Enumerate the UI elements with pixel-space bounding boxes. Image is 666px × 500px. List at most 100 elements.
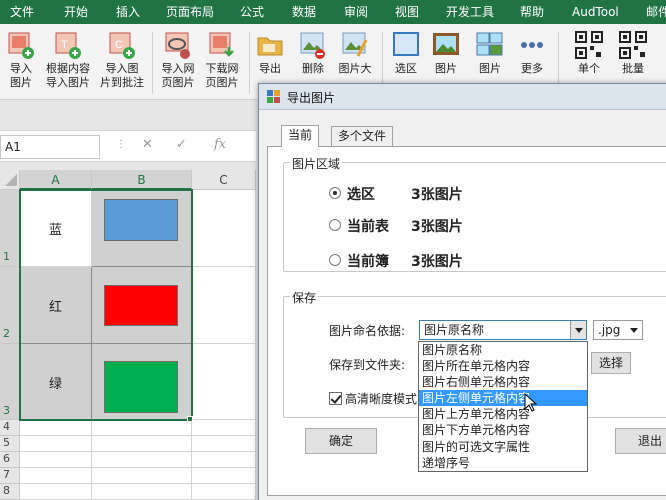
import-web-image-label: 导入网	[161, 62, 195, 75]
worksheet-grid: A B C 1 2 3 4 5 6 7 8 蓝 红 绿	[0, 170, 256, 500]
tab-file[interactable]: 文件	[10, 0, 34, 24]
cell-c2[interactable]	[192, 267, 256, 344]
dropdown-option[interactable]: 递增序号	[419, 455, 587, 471]
cell-b8[interactable]	[92, 484, 192, 500]
download-web-image-icon	[209, 32, 234, 57]
tab-multiple-files[interactable]: 多个文件	[331, 126, 394, 146]
ok-button[interactable]: 确定	[305, 428, 377, 454]
fill-handle[interactable]	[187, 416, 193, 422]
select-all-corner[interactable]	[0, 170, 20, 190]
column-header-a[interactable]: A	[20, 170, 92, 190]
radio-current-sheet-button[interactable]	[329, 219, 341, 231]
cell-b3[interactable]	[92, 344, 192, 420]
cell-b4[interactable]	[92, 420, 192, 436]
more-label: 更多	[521, 62, 543, 75]
dropdown-option[interactable]: 图片原名称	[419, 342, 587, 358]
picture-stack-button[interactable]: 图片	[472, 30, 508, 76]
tab-developer[interactable]: 开发工具	[446, 0, 494, 24]
cancel-icon[interactable]: ✕	[142, 137, 153, 152]
row-header-7[interactable]: 7	[0, 468, 20, 484]
image-resize-label: 图片大	[338, 62, 372, 75]
tab-mail[interactable]: 邮件	[646, 0, 666, 24]
radio-current-sheet-label: 当前表	[347, 219, 389, 235]
selection-button[interactable]: 选区	[388, 30, 424, 76]
tab-review[interactable]: 审阅	[344, 0, 368, 24]
qr-batch-button[interactable]: 批量	[614, 30, 652, 76]
tab-home[interactable]: 开始	[64, 0, 88, 24]
cell-a7[interactable]	[20, 468, 92, 484]
naming-combo[interactable]: 图片原名称	[419, 320, 587, 340]
cell-c8[interactable]	[192, 484, 256, 500]
radio-selection-button[interactable]	[329, 187, 341, 199]
confirm-icon[interactable]: ✓	[176, 137, 187, 152]
cell-b5[interactable]	[92, 436, 192, 452]
function-icon[interactable]: fx	[214, 137, 226, 152]
cell-b1[interactable]	[92, 190, 192, 267]
cell-c5[interactable]	[192, 436, 256, 452]
image-resize-button[interactable]: 图片大	[334, 30, 376, 76]
qr-single-button[interactable]: 单个	[570, 30, 608, 76]
cell-a4[interactable]	[20, 420, 92, 436]
row-header-6[interactable]: 6	[0, 452, 20, 468]
cell-c7[interactable]	[192, 468, 256, 484]
cell-a3[interactable]: 绿	[20, 344, 92, 420]
select-all-icon	[4, 174, 17, 186]
cell-a8[interactable]	[20, 484, 92, 500]
dropdown-option-highlighted[interactable]: 图片左侧单元格内容	[419, 390, 587, 407]
cell-b6[interactable]	[92, 452, 192, 468]
dropdown-option[interactable]: 图片的可选文字属性	[419, 439, 587, 455]
red-swatch-image[interactable]	[104, 285, 178, 326]
tab-help[interactable]: 帮助	[520, 0, 544, 24]
name-box[interactable]: A1	[0, 135, 100, 159]
format-combo[interactable]: .jpg	[593, 320, 643, 340]
radio-current-workbook-button[interactable]	[329, 254, 341, 266]
hd-mode-checkbox[interactable]	[329, 392, 342, 405]
row-header-2[interactable]: 2	[0, 267, 20, 344]
green-swatch-image[interactable]	[104, 361, 178, 413]
tab-view[interactable]: 视图	[395, 0, 419, 24]
row-header-1[interactable]: 1	[0, 190, 20, 267]
dialog-titlebar[interactable]: 导出图片	[259, 84, 666, 110]
naming-combo-arrow-icon[interactable]	[570, 321, 586, 339]
exit-button[interactable]: 退出	[615, 428, 666, 454]
import-image-button[interactable]: 导入 图片	[4, 30, 38, 90]
export-button[interactable]: 导出	[254, 30, 286, 76]
cell-c3[interactable]	[192, 344, 256, 420]
download-web-image-button[interactable]: 下载网 页图片	[200, 30, 244, 90]
download-web-image-label: 下载网	[205, 62, 239, 75]
cell-c4[interactable]	[192, 420, 256, 436]
row-header-5[interactable]: 5	[0, 436, 20, 452]
tab-insert[interactable]: 插入	[116, 0, 140, 24]
cell-a1[interactable]: 蓝	[20, 190, 92, 267]
format-combo-arrow-icon[interactable]	[626, 321, 642, 339]
tab-page-layout[interactable]: 页面布局	[166, 0, 214, 24]
cell-a6[interactable]	[20, 452, 92, 468]
dropdown-option[interactable]: 图片右侧单元格内容	[419, 374, 587, 390]
picture-frame-button[interactable]: 图片	[428, 30, 464, 76]
cell-a2[interactable]: 红	[20, 267, 92, 344]
blue-swatch-image[interactable]	[104, 199, 178, 241]
dropdown-option[interactable]: 图片上方单元格内容	[419, 406, 587, 422]
cell-c1[interactable]	[192, 190, 256, 267]
import-web-image-button[interactable]: 导入网 页图片	[156, 30, 200, 90]
row-header-3[interactable]: 3	[0, 344, 20, 420]
import-by-content-button[interactable]: T 根据内容 导入图片	[42, 30, 94, 90]
cell-a5[interactable]	[20, 436, 92, 452]
cell-c6[interactable]	[192, 452, 256, 468]
cell-b2[interactable]	[92, 267, 192, 344]
browse-button[interactable]: 选择	[591, 352, 631, 374]
tab-data[interactable]: 数据	[292, 0, 316, 24]
row-header-4[interactable]: 4	[0, 420, 20, 436]
delete-image-button[interactable]: 删除	[296, 30, 330, 76]
more-button[interactable]: 更多	[514, 30, 550, 76]
tab-current[interactable]: 当前	[281, 125, 320, 147]
column-header-c[interactable]: C	[192, 170, 256, 190]
column-header-b[interactable]: B	[92, 170, 192, 190]
cell-b7[interactable]	[92, 468, 192, 484]
row-header-8[interactable]: 8	[0, 484, 20, 500]
tab-audtool[interactable]: AudTool	[572, 0, 619, 24]
dropdown-option[interactable]: 图片下方单元格内容	[419, 422, 587, 438]
import-to-comment-button[interactable]: C 导入图 片到批注	[98, 30, 146, 90]
tab-formulas[interactable]: 公式	[240, 0, 264, 24]
dropdown-option[interactable]: 图片所在单元格内容	[419, 358, 587, 374]
